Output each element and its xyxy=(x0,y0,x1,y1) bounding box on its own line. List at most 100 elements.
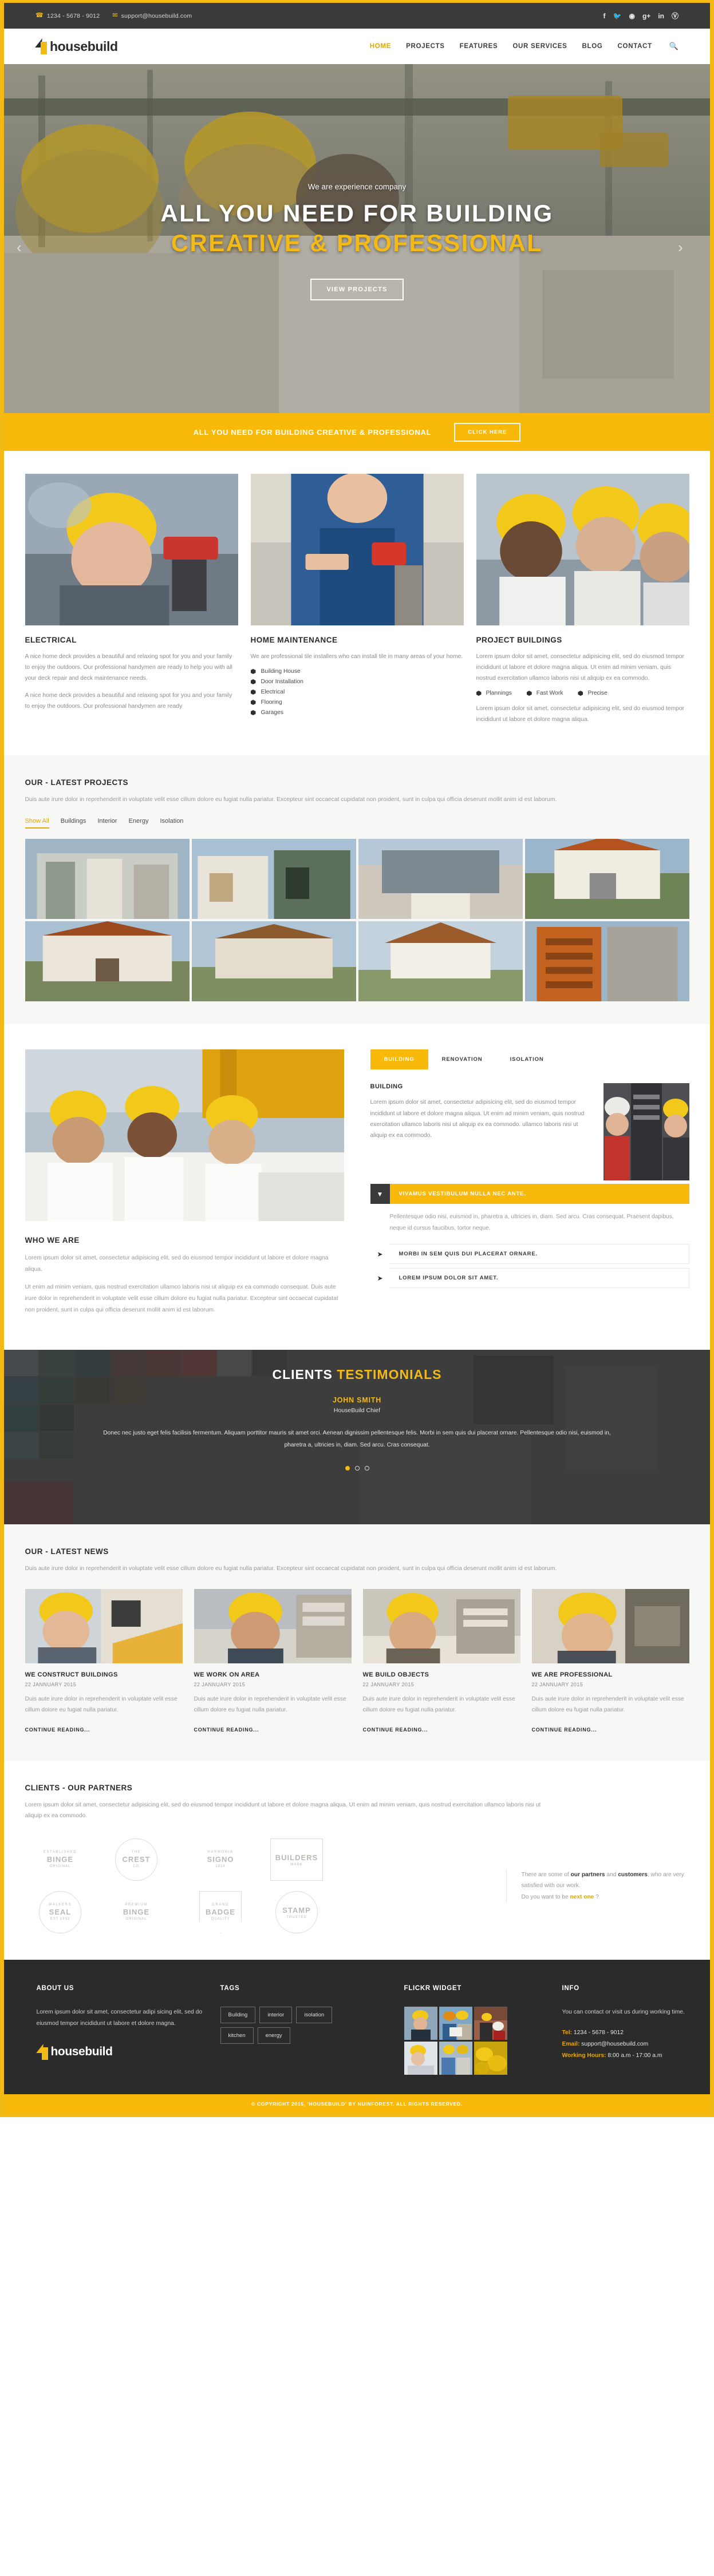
about-right-column: BUILDING RENOVATION ISOLATION BUILDING L… xyxy=(370,1049,689,1322)
project-thumb[interactable] xyxy=(191,921,356,1002)
project-thumb[interactable] xyxy=(524,836,689,920)
project-thumb[interactable] xyxy=(191,839,356,920)
news-section: OUR - LATEST NEWS Duis aute irure dolor … xyxy=(25,1524,689,1761)
partners-row: ESTABLISHED BINGE ORIGINAL THE CREST CO … xyxy=(25,1838,689,1933)
news-image[interactable] xyxy=(25,1589,183,1664)
partner-logo[interactable]: ESTABLISHED BINGE ORIGINAL xyxy=(25,1838,96,1881)
filter-energy[interactable]: Energy xyxy=(129,818,149,829)
cube-icon xyxy=(578,691,583,696)
nav-item-contact[interactable]: CONTACT xyxy=(618,43,652,50)
list-item: Building House xyxy=(251,668,464,675)
hero-headline-line2: CREATIVE & PROFESSIONAL xyxy=(171,229,543,256)
filter-isolation[interactable]: Isolation xyxy=(160,818,183,829)
click-here-button[interactable]: CLICK HERE xyxy=(454,422,521,442)
tag-interior[interactable]: interior xyxy=(259,2006,293,2023)
project-thumb[interactable] xyxy=(358,921,523,1002)
footer-logo[interactable]: housebuild xyxy=(35,2044,206,2060)
tag-building[interactable]: Building xyxy=(220,2006,256,2023)
partner-logo-line2: BINGE xyxy=(46,1855,74,1864)
nav-item-projects[interactable]: PROJECTS xyxy=(406,43,445,50)
nav-item-features[interactable]: FEATURES xyxy=(460,43,498,50)
tab-panel-text-block: BUILDING Lorem ipsum dolor sit amet, con… xyxy=(370,1083,592,1180)
news-card-title[interactable]: WE BUILD OBJECTS xyxy=(363,1671,520,1678)
tab-isolation[interactable]: ISOLATION xyxy=(496,1049,558,1069)
tab-building[interactable]: BUILDING xyxy=(370,1049,428,1070)
news-card-title[interactable]: WE CONSTRUCT BUILDINGS xyxy=(25,1671,183,1678)
partner-logo[interactable]: THE CREST CO xyxy=(115,1838,157,1881)
service-text-1: We are professional tile installers who … xyxy=(250,653,463,660)
project-thumb[interactable] xyxy=(25,839,190,920)
project-thumb[interactable] xyxy=(25,921,190,1002)
flickr-thumb[interactable] xyxy=(439,2006,472,2040)
nav-item-home[interactable]: HOME xyxy=(370,43,391,50)
partner-logo-line3: EST 1932 xyxy=(50,1917,70,1921)
flickr-thumb[interactable] xyxy=(474,2006,507,2040)
flickr-thumb[interactable] xyxy=(439,2041,472,2075)
facebook-icon[interactable]: f xyxy=(603,13,606,19)
news-image[interactable] xyxy=(194,1589,352,1664)
nav-item-our-services[interactable]: OUR SERVICES xyxy=(512,43,567,50)
topbar-phone-text: 1234 - 5678 - 9012 xyxy=(46,12,100,19)
news-image[interactable] xyxy=(531,1589,689,1664)
flickr-thumb[interactable] xyxy=(404,2041,437,2075)
tab-renovation[interactable]: RENOVATION xyxy=(428,1049,496,1069)
footer-tags-column: TAGS Building interior isolation kitchen… xyxy=(220,1985,389,2075)
filter-buildings[interactable]: Buildings xyxy=(61,818,86,829)
services-band: ELECTRICAL A nice home deck provides a b… xyxy=(0,451,714,756)
footer-flickr-heading: FLICKR WIDGET xyxy=(404,1984,461,1992)
search-icon[interactable]: 🔍 xyxy=(669,42,679,51)
linkedin-icon[interactable]: in xyxy=(658,13,664,19)
project-thumb[interactable] xyxy=(524,921,689,1002)
topbar-phone[interactable]: ☎ 1234 - 5678 - 9012 xyxy=(35,13,100,19)
news-continue-reading-link[interactable]: CONTINUE READING... xyxy=(532,1727,597,1733)
accordion-header-2[interactable]: ➤ MORBI IN SEM QUIS DUI PLACERAT ORNARE. xyxy=(370,1244,689,1265)
list-item: Garages xyxy=(251,710,464,716)
tag-energy[interactable]: energy xyxy=(257,2027,290,2044)
house-logo-icon xyxy=(35,38,48,54)
news-continue-reading-link[interactable]: CONTINUE READING... xyxy=(25,1727,90,1733)
next-one-link[interactable]: next one xyxy=(570,1894,594,1900)
footer-email-value[interactable]: support@housebuild.com xyxy=(581,2041,648,2047)
filter-show-all[interactable]: Show All xyxy=(25,818,49,829)
site-logo[interactable]: housebuild xyxy=(35,38,118,54)
news-card-title[interactable]: WE ARE PROFESSIONAL xyxy=(532,1671,689,1678)
tag-kitchen[interactable]: kitchen xyxy=(220,2027,254,2044)
news-continue-reading-link[interactable]: CONTINUE READING... xyxy=(363,1727,428,1733)
partners-subtitle: Lorem ipsum dolor sit amet, consectetur … xyxy=(25,1801,541,1819)
partner-logo[interactable]: HARMONIA SIGNO 1924 xyxy=(186,1838,256,1881)
partner-logo[interactable]: GRAND BADGE QUALITY xyxy=(199,1891,242,1933)
project-thumb[interactable] xyxy=(358,839,523,920)
pinterest-icon[interactable]: Ⓥ xyxy=(672,13,679,19)
testimonial-author-name: JOHN SMITH xyxy=(332,1396,382,1405)
news-image[interactable] xyxy=(362,1589,520,1664)
hero-prev-arrow[interactable]: ‹ xyxy=(17,239,36,258)
partner-logo[interactable]: BUILDERS MARK xyxy=(270,1838,323,1881)
topbar-email[interactable]: ✉ support@housebuild.com xyxy=(112,13,192,19)
partner-logo[interactable]: PREMIUM BINGE ORIGINAL xyxy=(101,1891,172,1933)
hero-next-arrow[interactable]: › xyxy=(678,239,697,258)
testimonial-dot-3[interactable] xyxy=(364,1466,369,1471)
twitter-icon[interactable]: 🐦 xyxy=(613,13,622,19)
rss-icon[interactable]: ◉ xyxy=(629,13,634,19)
partner-logo-line3: MARK xyxy=(290,1863,303,1867)
news-card-title[interactable]: WE WORK ON AREA xyxy=(194,1671,352,1678)
flickr-thumb[interactable] xyxy=(474,2041,507,2075)
google-plus-icon[interactable]: g+ xyxy=(642,13,650,19)
service-card-electrical: ELECTRICAL A nice home deck provides a b… xyxy=(25,474,238,731)
accordion-header-3[interactable]: ➤ LOREM IPSUM DOLOR SIT AMET. xyxy=(370,1268,689,1289)
testimonial-dot-2[interactable] xyxy=(354,1466,360,1471)
filter-interior[interactable]: Interior xyxy=(97,818,117,829)
nav-item-blog[interactable]: BLOG xyxy=(582,43,603,50)
logo-text: housebuild xyxy=(50,38,118,54)
flickr-thumb[interactable] xyxy=(404,2006,437,2040)
feature-label: Flooring xyxy=(261,699,282,706)
partner-logo[interactable]: STAMP TRUSTED xyxy=(275,1891,318,1933)
partner-logo[interactable]: WALKERS SEAL EST 1932 xyxy=(39,1891,81,1933)
testimonial-dot-1[interactable] xyxy=(345,1466,350,1471)
about-section: WHO WE ARE Lorem ipsum dolor sit amet, c… xyxy=(25,1024,689,1350)
testimonials-content: CLIENTS TESTIMONIALS JOHN SMITH HouseBui… xyxy=(4,1350,710,1471)
view-projects-button[interactable]: VIEW PROJECTS xyxy=(310,279,404,301)
news-continue-reading-link[interactable]: CONTINUE READING... xyxy=(194,1727,259,1733)
accordion-header-1[interactable]: ▼ VIVAMUS VESTIBULUM NULLA NEC ANTE. xyxy=(370,1184,689,1204)
tag-isolation[interactable]: isolation xyxy=(296,2006,333,2023)
